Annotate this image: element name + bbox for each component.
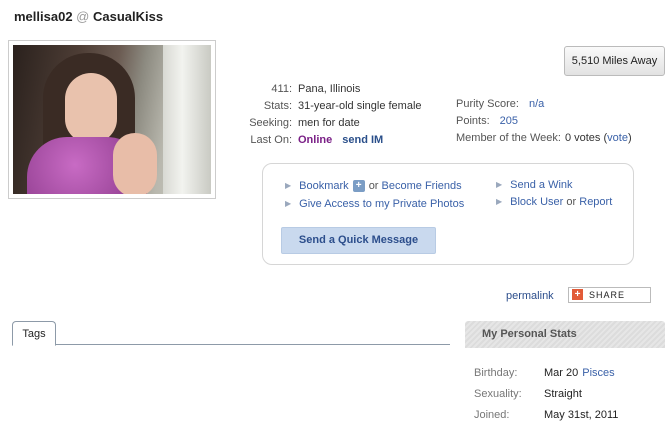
motw-label: Member of the Week: (456, 132, 561, 144)
info-label: Seeking: (249, 117, 292, 129)
send-quick-message-button[interactable]: Send a Quick Message (281, 227, 436, 254)
profile-scores: Purity Score: n/a Points: 205 Member of … (456, 96, 632, 147)
bullet-icon: ▶ (285, 199, 292, 208)
stat-sexuality: Sexuality: Straight (474, 388, 618, 409)
personal-stats: Birthday: Mar 20 Pisces Sexuality: Strai… (474, 367, 618, 430)
personal-stats-header: My Personal Stats (465, 321, 665, 348)
share-label: SHARE (589, 290, 626, 300)
info-row-411: 411: Pana, Illinois (230, 81, 422, 98)
bullet-icon: ▶ (285, 181, 292, 190)
tab-tags[interactable]: Tags (12, 321, 56, 346)
purity-row: Purity Score: n/a (456, 96, 632, 113)
info-row-seeking: Seeking: men for date (230, 115, 422, 132)
motw-row: Member of the Week: 0 votes (vote) (456, 130, 632, 147)
purity-label: Purity Score: (456, 98, 519, 110)
bullet-icon: ▶ (496, 180, 503, 189)
send-wink-link[interactable]: Send a Wink (510, 179, 572, 191)
photo-background-door (163, 45, 211, 194)
info-row-stats: Stats: 31-year-old single female (230, 98, 422, 115)
profile-info: 411: Pana, Illinois Stats: 31-year-old s… (230, 81, 422, 149)
become-friends-link[interactable]: Become Friends (382, 180, 462, 192)
private-photos-link[interactable]: Give Access to my Private Photos (299, 198, 464, 210)
purity-value[interactable]: n/a (529, 96, 544, 113)
info-value: men for date (298, 117, 360, 129)
online-status: Online (298, 134, 333, 146)
points-value[interactable]: 205 (500, 113, 518, 130)
tags-divider (12, 344, 450, 345)
profile-actions-panel: ▶ Bookmark + or Become Friends ▶ Give Access… (262, 163, 634, 265)
zodiac-link[interactable]: Pisces (582, 367, 614, 388)
bullet-icon: ▶ (496, 197, 503, 206)
profile-photo[interactable] (8, 40, 216, 199)
photo-face (65, 73, 117, 143)
stat-birthday: Birthday: Mar 20 Pisces (474, 367, 618, 388)
stat-value: Straight (544, 388, 582, 400)
plus-icon[interactable]: + (352, 180, 365, 193)
points-row: Points: 205 (456, 113, 632, 130)
info-label: Stats: (263, 100, 292, 112)
info-label: 411: (271, 83, 292, 95)
bookmark-link[interactable]: Bookmark (299, 180, 349, 192)
private-photos-action[interactable]: ▶ Give Access to my Private Photos (285, 198, 464, 210)
stat-label: Birthday: (474, 367, 518, 379)
report-link[interactable]: Report (579, 196, 612, 208)
profile-header: mellisa02 @ CasualKiss (14, 9, 163, 24)
site-name: CasualKiss (93, 9, 164, 24)
info-value: Pana, Illinois (298, 83, 361, 95)
stat-label: Sexuality: (474, 388, 522, 400)
profile-photo-image (13, 45, 211, 194)
points-label: Points: (456, 115, 490, 127)
block-user-link[interactable]: Block User (510, 196, 563, 208)
or-text: or (566, 196, 577, 208)
block-report-action: ▶ Block User or Report (496, 196, 612, 208)
at-sign: @ (76, 9, 90, 24)
info-label: Last On: (250, 134, 292, 146)
info-row-last-on: Last On: Online send IM (230, 132, 422, 149)
stat-value: Mar 20 (544, 367, 579, 379)
send-wink-action[interactable]: ▶ Send a Wink (496, 179, 573, 191)
or-text: or (368, 180, 379, 192)
share-plus-icon: + (572, 289, 583, 300)
username: mellisa02 (14, 9, 73, 24)
vote-link[interactable]: vote (607, 130, 628, 147)
info-value: 31-year-old single female (298, 100, 422, 112)
permalink-link[interactable]: permalink (506, 290, 554, 302)
bookmark-action: ▶ Bookmark + or Become Friends (285, 180, 462, 193)
photo-arm (113, 133, 157, 194)
send-im-link[interactable]: send IM (342, 132, 383, 149)
distance-button[interactable]: 5,510 Miles Away (564, 46, 665, 76)
share-button[interactable]: + SHARE (568, 287, 651, 303)
motw-votes: 0 votes (564, 132, 601, 144)
